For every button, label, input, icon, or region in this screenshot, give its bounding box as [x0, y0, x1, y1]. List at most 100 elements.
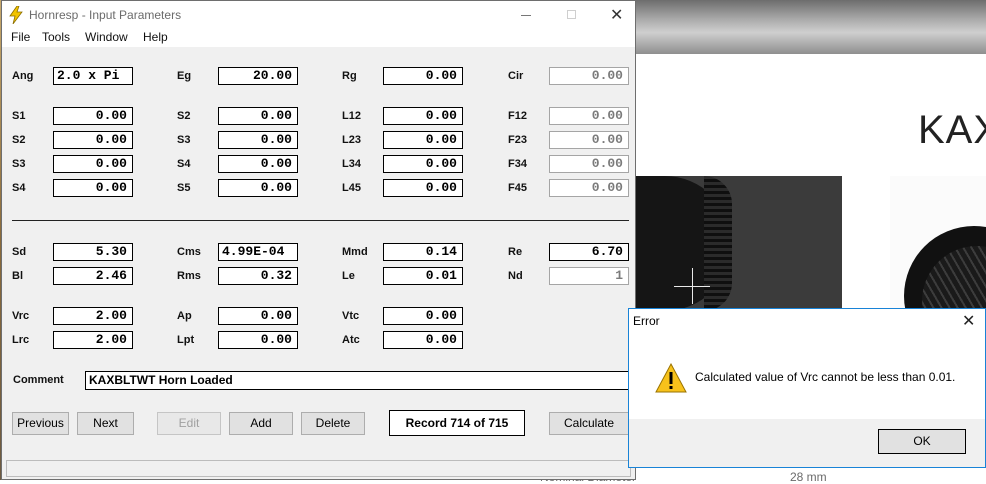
param-field-le[interactable]: 0.01: [383, 267, 463, 285]
background-footer-value: 28 mm: [790, 470, 827, 484]
param-label-s2: S2: [177, 110, 191, 122]
param-field-cms[interactable]: 4.99E-04: [218, 243, 298, 261]
param-label-le: Le: [342, 270, 355, 282]
param-field-f23[interactable]: 0.00: [549, 131, 629, 149]
param-label-cir: Cir: [508, 70, 524, 82]
param-field-lpt[interactable]: 0.00: [218, 331, 298, 349]
lightning-icon: [9, 6, 23, 24]
param-label-ap: Ap: [177, 310, 192, 322]
window-title: Hornresp - Input Parameters: [29, 8, 182, 22]
param-field-s3[interactable]: 0.00: [218, 131, 298, 149]
param-label-nd: Nd: [508, 270, 523, 282]
param-label-s3: S3: [177, 134, 191, 146]
warning-icon: [655, 363, 687, 393]
param-field-s2-col1[interactable]: 0.00: [53, 131, 133, 149]
param-field-vrc[interactable]: 2.00: [53, 307, 133, 325]
background-product-image-2: [890, 176, 986, 311]
add-button[interactable]: Add: [229, 412, 293, 435]
menu-help[interactable]: Help: [143, 30, 168, 44]
error-message: Calculated value of Vrc cannot be less t…: [695, 370, 956, 384]
param-label-l45: L45: [342, 182, 361, 194]
param-field-sd[interactable]: 5.30: [53, 243, 133, 261]
minimize-button[interactable]: [503, 1, 549, 29]
param-label-vrc: Vrc: [12, 310, 30, 322]
comment-label: Comment: [13, 374, 64, 386]
param-label-rms: Rms: [177, 270, 201, 282]
hornresp-window: Hornresp - Input Parameters ✕ File Tools…: [1, 0, 636, 480]
param-label-s1: S1: [12, 110, 26, 122]
param-field-f45[interactable]: 0.00: [549, 179, 629, 197]
param-field-bl[interactable]: 2.46: [53, 267, 133, 285]
error-dialog: Error ✕ Calculated value of Vrc cannot b…: [628, 308, 986, 468]
param-field-f12[interactable]: 0.00: [549, 107, 629, 125]
param-field-rg[interactable]: 0.00: [383, 67, 463, 85]
param-field-l12[interactable]: 0.00: [383, 107, 463, 125]
param-label-s4-col1: S4: [12, 182, 26, 194]
status-bar: [6, 460, 631, 477]
param-field-s3-col1[interactable]: 0.00: [53, 155, 133, 173]
dialog-close-button[interactable]: ✕: [953, 309, 985, 335]
param-field-s4[interactable]: 0.00: [218, 155, 298, 173]
param-field-lrc[interactable]: 2.00: [53, 331, 133, 349]
dialog-footer: OK: [629, 419, 985, 467]
dialog-title: Error: [633, 314, 660, 328]
param-field-vtc[interactable]: 0.00: [383, 307, 463, 325]
ok-button[interactable]: OK: [878, 429, 966, 454]
param-label-cms: Cms: [177, 246, 201, 258]
param-label-lpt: Lpt: [177, 334, 195, 346]
previous-button[interactable]: Previous: [12, 412, 69, 435]
param-label-atc: Atc: [342, 334, 360, 346]
param-field-f34[interactable]: 0.00: [549, 155, 629, 173]
param-field-re[interactable]: 6.70: [549, 243, 629, 261]
param-label-l23: L23: [342, 134, 361, 146]
close-icon: ✕: [610, 7, 624, 24]
param-field-rms[interactable]: 0.32: [218, 267, 298, 285]
param-field-ang[interactable]: 2.0 x Pi: [53, 67, 133, 85]
background-banner-image: [636, 0, 986, 54]
param-field-s5[interactable]: 0.00: [218, 179, 298, 197]
section-divider: [12, 220, 629, 221]
close-icon: ✕: [962, 313, 976, 330]
param-field-l45[interactable]: 0.00: [383, 179, 463, 197]
param-field-nd[interactable]: 1: [549, 267, 629, 285]
param-label-f23: F23: [508, 134, 527, 146]
comment-field[interactable]: KAXBLTWT Horn Loaded: [85, 371, 631, 390]
param-label-lrc: Lrc: [12, 334, 30, 346]
next-button[interactable]: Next: [77, 412, 134, 435]
param-field-s2[interactable]: 0.00: [218, 107, 298, 125]
title-bar[interactable]: Hornresp - Input Parameters ✕: [2, 1, 635, 29]
close-button[interactable]: ✕: [595, 1, 641, 29]
param-field-atc[interactable]: 0.00: [383, 331, 463, 349]
delete-button[interactable]: Delete: [301, 412, 365, 435]
param-label-l12: L12: [342, 110, 361, 122]
param-field-eg[interactable]: 20.00: [218, 67, 298, 85]
param-label-f45: F45: [508, 182, 527, 194]
param-label-s4: S4: [177, 158, 191, 170]
param-label-eg: Eg: [177, 70, 192, 82]
param-label-ang: Ang: [12, 70, 34, 82]
menu-bar: File Tools Window Help: [2, 29, 635, 47]
param-field-s1[interactable]: 0.00: [53, 107, 133, 125]
edit-button[interactable]: Edit: [157, 412, 221, 435]
menu-tools[interactable]: Tools: [42, 30, 70, 44]
param-field-s4-col1[interactable]: 0.00: [53, 179, 133, 197]
param-label-mmd: Mmd: [342, 246, 368, 258]
dialog-body: Calculated value of Vrc cannot be less t…: [629, 339, 985, 419]
param-label-rg: Rg: [342, 70, 357, 82]
param-field-ap[interactable]: 0.00: [218, 307, 298, 325]
menu-window[interactable]: Window: [85, 30, 128, 44]
param-field-mmd[interactable]: 0.14: [383, 243, 463, 261]
param-label-s3-col1: S3: [12, 158, 26, 170]
calculate-button[interactable]: Calculate: [549, 412, 629, 435]
param-label-bl: Bl: [12, 270, 23, 282]
param-field-cir[interactable]: 0.00: [549, 67, 629, 85]
maximize-button[interactable]: [549, 1, 595, 29]
menu-file[interactable]: File: [11, 30, 30, 44]
param-label-s5: S5: [177, 182, 191, 194]
param-label-f34: F34: [508, 158, 527, 170]
param-label-s2-col1: S2: [12, 134, 26, 146]
background-product-image-1: [636, 176, 842, 311]
param-field-l23[interactable]: 0.00: [383, 131, 463, 149]
crosshair-cursor-horizontal: [674, 286, 710, 287]
param-field-l34[interactable]: 0.00: [383, 155, 463, 173]
